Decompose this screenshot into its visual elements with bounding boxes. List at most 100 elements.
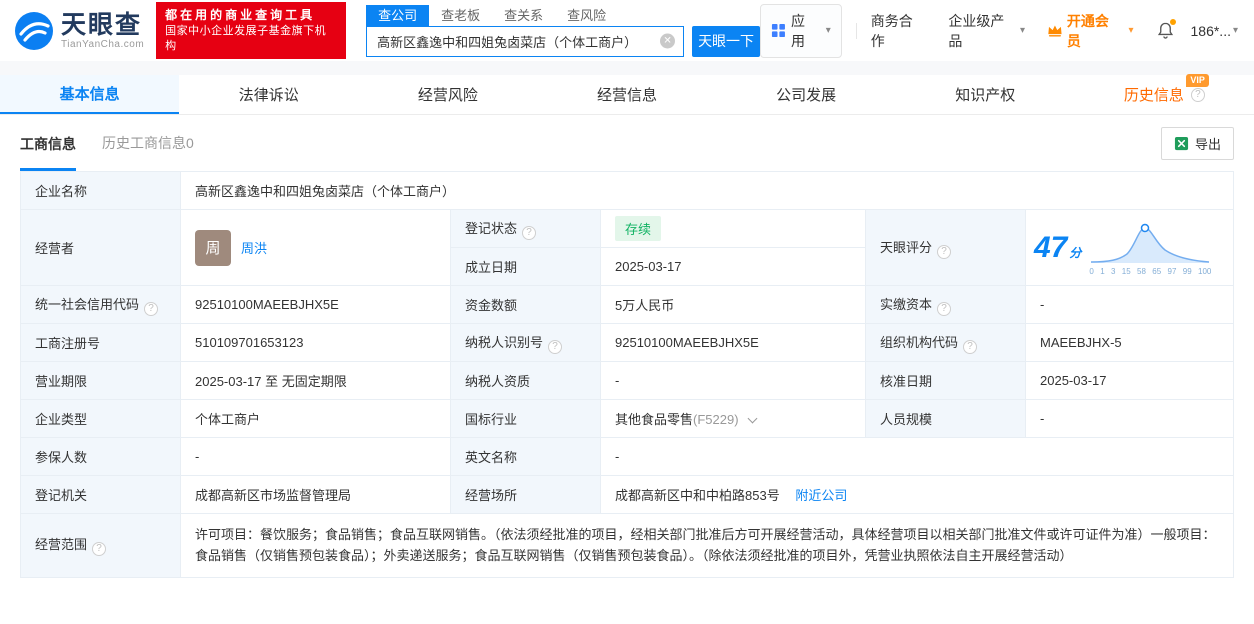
help-icon[interactable]: ? [144,302,158,316]
tab-legal-proceedings[interactable]: 法律诉讼 [179,75,358,114]
score-axis: 01 315 5865 9799 100 [1089,267,1211,276]
business-site-label: 经营场所 [451,476,601,514]
industry-label: 国标行业 [451,400,601,438]
apps-menu[interactable]: 应用 ▾ [760,4,842,58]
staff-size-value: - [1026,400,1234,438]
subtab-row: 工商信息 历史工商信息0 导出 [0,115,1254,171]
status-badge: 存续 [615,216,661,241]
tab-label: 法律诉讼 [239,84,299,105]
tab-operating-info[interactable]: 经营信息 [537,75,716,114]
insured-count-value: - [181,438,451,476]
caret-down-icon: ▾ [826,25,831,36]
reg-number-label: 工商注册号 [21,324,181,362]
tab-company-development[interactable]: 公司发展 [717,75,896,114]
user-phone-label: 186*... [1191,23,1231,39]
operator-name-link[interactable]: 周洪 [241,238,267,257]
caret-down-icon: ▾ [1128,25,1133,36]
reg-authority-value: 成都高新区市场监督管理局 [181,476,451,514]
nearby-companies-link[interactable]: 附近公司 [795,488,847,503]
search-tab-relation[interactable]: 查关系 [492,5,555,26]
company-type-label: 企业类型 [21,400,181,438]
search-tabs: 查公司 查老板 查关系 查风险 [366,5,760,26]
promo-line1: 都在用的商业查询工具 [165,7,337,24]
score-curve-icon [1089,220,1211,264]
export-button[interactable]: 导出 [1161,127,1234,160]
brand-block: 天眼查 TianYanCha.com [61,12,144,50]
uscc-value: 92510100MAEEBJHX5E [181,286,451,324]
establish-date-label: 成立日期 [451,248,601,286]
approval-date-label: 核准日期 [866,362,1026,400]
business-scope-label: 经营范围? [21,514,181,578]
search-tab-company[interactable]: 查公司 [366,5,429,26]
business-scope-value: 许可项目：餐饮服务；食品销售；食品互联网销售。（依法须经批准的项目，经相关部门批… [181,514,1234,578]
user-account-menu[interactable]: 186*... ▾ [1191,23,1239,39]
brand-domain: TianYanCha.com [61,39,144,50]
search-input[interactable] [366,26,684,57]
help-icon[interactable]: ? [937,245,951,259]
operator-cell: 周 周洪 [181,210,451,286]
paidin-capital-value: - [1026,286,1234,324]
tab-intellectual-property[interactable]: 知识产权 [896,75,1075,114]
brand-name: 天眼查 [61,12,144,38]
nav-business-cooperation[interactable]: 商务合作 [871,11,927,51]
help-icon[interactable]: ? [548,340,562,354]
table-row: 工商注册号 510109701653123 纳税人识别号? 92510100MA… [21,324,1234,362]
tianyancha-logo[interactable]: 天眼查 TianYanCha.com [14,11,144,51]
caret-down-icon: ▾ [1020,25,1025,36]
help-icon[interactable]: ? [1191,88,1205,102]
nav-open-vip[interactable]: 开通会员 ▾ [1047,11,1134,51]
capital-value: 5万人民币 [601,286,866,324]
table-row: 企业类型 个体工商户 国标行业 其他食品零售(F5229) 人员规模 - [21,400,1234,438]
nav-enterprise-products[interactable]: 企业级产品 ▾ [948,11,1025,51]
help-icon[interactable]: ? [963,340,977,354]
promo-line2: 国家中小企业发展子基金旗下机构 [165,24,337,54]
notification-bell[interactable] [1156,21,1175,40]
tab-label: 历史信息 [1124,87,1184,104]
subtab-history-business-info[interactable]: 历史工商信息0 [102,133,194,153]
staff-size-label: 人员规模 [866,400,1026,438]
tab-operating-risk[interactable]: 经营风险 [358,75,537,114]
search-button[interactable]: 天眼一下 [692,26,760,57]
clear-search-icon[interactable]: ✕ [660,34,675,49]
apps-label: 应用 [791,11,819,51]
export-label: 导出 [1195,134,1221,153]
table-row: 经营范围? 许可项目：餐饮服务；食品销售；食品互联网销售。（依法须经批准的项目，… [21,514,1234,578]
tab-basic-info[interactable]: 基本信息 [0,75,179,114]
operator-label: 经营者 [21,210,181,286]
english-name-label: 英文名称 [451,438,601,476]
subtab-business-info[interactable]: 工商信息 [20,116,76,171]
reg-number-value: 510109701653123 [181,324,451,362]
tab-label: 经营信息 [597,84,657,105]
table-row: 营业期限 2025-03-17 至 无固定期限 纳税人资质 - 核准日期 202… [21,362,1234,400]
org-code-label: 组织机构代码? [866,324,1026,362]
search-area: 查公司 查老板 查关系 查风险 ✕ 天眼一下 [366,5,760,57]
company-name-label: 企业名称 [21,172,181,210]
capital-label: 资金数额 [451,286,601,324]
help-icon[interactable]: ? [937,302,951,316]
score-distribution-chart: 01 315 5865 9799 100 [1089,220,1211,276]
tianyan-score-cell[interactable]: 47分 01 315 5865 9799 100 [1026,210,1234,286]
help-icon[interactable]: ? [92,542,106,556]
divider [856,23,857,39]
industry-value[interactable]: 其他食品零售(F5229) [601,400,866,438]
open-vip-label: 开通会员 [1067,11,1123,51]
chevron-down-icon[interactable] [748,414,758,424]
tab-label: 经营风险 [418,84,478,105]
search-tab-boss[interactable]: 查老板 [429,5,492,26]
tab-label: 基本信息 [60,83,120,104]
crown-icon [1047,24,1063,37]
tab-history-info[interactable]: 历史信息 VIP ? [1075,75,1254,114]
help-icon[interactable]: ? [522,226,536,240]
tianyancha-logo-icon [14,11,54,51]
operator-avatar[interactable]: 周 [195,230,231,266]
notification-dot [1170,19,1176,25]
search-tab-risk[interactable]: 查风险 [555,5,618,26]
insured-count-label: 参保人数 [21,438,181,476]
company-name-value: 高新区鑫逸中和四姐兔卤菜店（个体工商户） [181,172,1234,210]
paidin-capital-label: 实缴资本? [866,286,1026,324]
table-row: 企业名称 高新区鑫逸中和四姐兔卤菜店（个体工商户） [21,172,1234,210]
approval-date-value: 2025-03-17 [1026,362,1234,400]
english-name-value: - [601,438,1234,476]
apps-grid-icon [771,23,786,38]
tab-label: 公司发展 [776,84,836,105]
